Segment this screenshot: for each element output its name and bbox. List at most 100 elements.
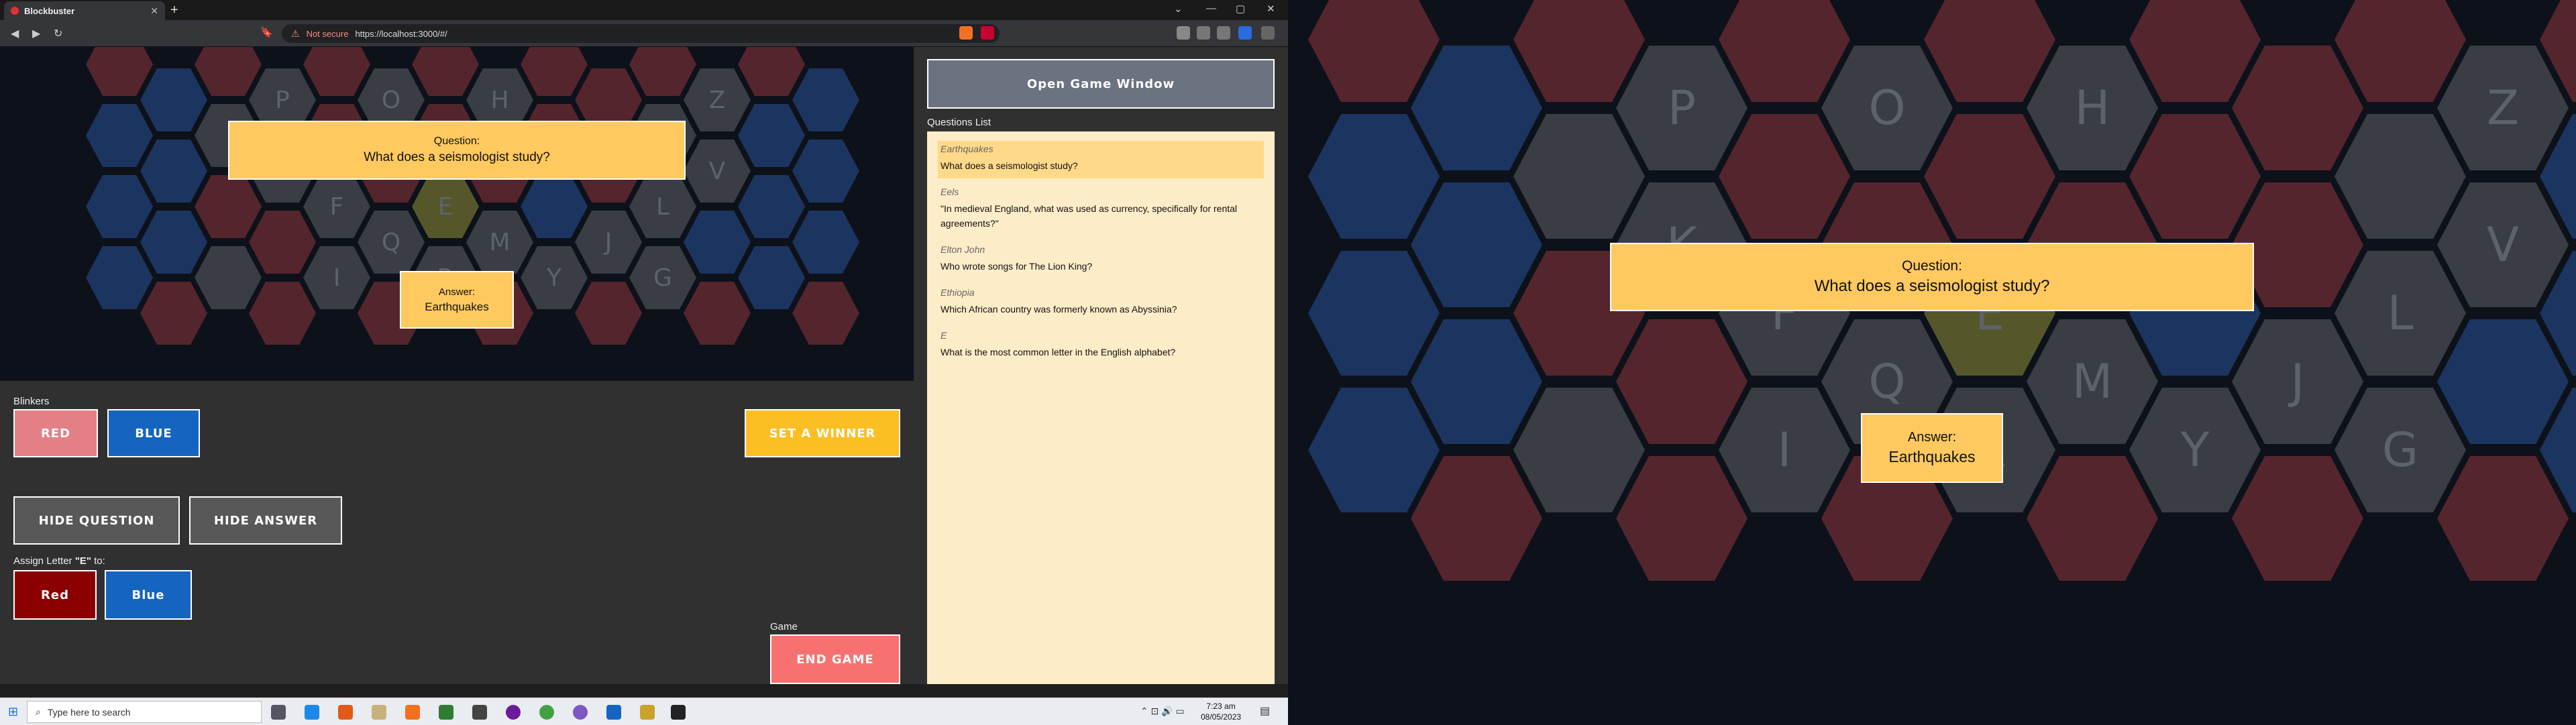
board-hex — [2232, 45, 2363, 171]
vscode-icon[interactable] — [305, 705, 319, 720]
board-hex-letter-P: P — [1616, 45, 1748, 171]
address-bar-row: ◀ ▶ ↻ 🔖 ⚠ Not secure https://localhost:3… — [0, 20, 1288, 47]
url-bar[interactable]: ⚠ Not secure https://localhost:3000/#/ — [282, 24, 1000, 43]
hide-question-button[interactable]: HIDE QUESTION — [13, 496, 180, 545]
board-hex — [2232, 455, 2363, 581]
profile-icon[interactable] — [1238, 26, 1252, 40]
reload-icon[interactable]: ↻ — [54, 27, 62, 40]
terminal-icon[interactable] — [472, 705, 487, 720]
close-window-icon[interactable]: ✕ — [1267, 3, 1275, 15]
question-text: Which African country was formerly known… — [941, 304, 1177, 315]
set-winner-button[interactable]: SET A WINNER — [745, 409, 900, 457]
taskbar-search[interactable]: ⌕ Type here to search — [27, 701, 262, 723]
assign-blue-button[interactable]: Blue — [105, 570, 192, 620]
minimize-icon[interactable]: — — [1206, 3, 1216, 14]
board-hex — [792, 140, 859, 203]
question-list-item[interactable]: E What is the most common letter in the E… — [938, 327, 1264, 365]
board-hex-letter-F: F — [303, 175, 370, 238]
back-icon[interactable]: ◀ — [11, 27, 19, 40]
brave-taskbar-icon[interactable] — [405, 705, 420, 720]
system-tray-icon[interactable]: ⌃ ⊡ 🔊 ▭ — [1140, 706, 1185, 717]
hex-letter: I — [1777, 423, 1792, 478]
cmd-icon[interactable] — [671, 705, 686, 720]
board-hex — [2129, 0, 2261, 103]
question-list-item[interactable]: Elton John Who wrote songs for The Lion K… — [938, 241, 1264, 279]
board-hex-letter-Z: Z — [684, 68, 751, 131]
hide-answer-button[interactable]: HIDE ANSWER — [189, 496, 342, 545]
assign-red-button[interactable]: Red — [13, 570, 97, 620]
question-answer: Earthquakes — [941, 144, 994, 154]
board-hex — [303, 47, 370, 96]
brave-shield-icon[interactable] — [959, 26, 973, 40]
board-hex — [792, 68, 859, 131]
not-secure-label: Not secure — [306, 28, 349, 39]
end-game-button[interactable]: END GAME — [770, 634, 900, 684]
hex-letter: H — [2074, 80, 2110, 135]
clock[interactable]: 7:23 am 08/05/2023 — [1201, 701, 1241, 722]
app-icon-2[interactable] — [372, 705, 386, 720]
board-hex-letter-V: V — [2437, 182, 2569, 308]
brave-rewards-icon[interactable] — [981, 26, 994, 40]
board-hex — [738, 104, 805, 167]
board-hex-letter-M: M — [466, 211, 533, 274]
start-icon[interactable]: ⊞ — [8, 705, 18, 719]
question-box-text: What does a seismologist study? — [364, 150, 550, 164]
question-list-item[interactable]: Eels "In medieval England, what was used … — [938, 184, 1264, 236]
question-box-label: Question: — [433, 135, 480, 147]
file-explorer-icon[interactable] — [640, 705, 655, 720]
board-hex — [86, 246, 153, 309]
app-icon-4[interactable] — [506, 705, 521, 720]
board-hex — [1308, 0, 1440, 103]
windows-taskbar: ⊞ ⌕ Type here to search ⌃ ⊡ 🔊 ▭ 7:23 am … — [0, 698, 1288, 725]
app-icon-3[interactable] — [439, 705, 453, 720]
task-view-icon[interactable] — [271, 705, 286, 720]
new-tab-icon[interactable]: + — [170, 3, 178, 18]
menu-icon[interactable] — [1261, 26, 1275, 40]
board-hex — [1616, 455, 1748, 581]
app-icon-5[interactable] — [539, 705, 554, 720]
browser-tab[interactable]: Blockbuster ✕ — [4, 1, 165, 20]
maximize-icon[interactable]: ▢ — [1236, 3, 1245, 15]
left-monitor: Blockbuster ✕ + ⌄ — ▢ ✕ ◀ ▶ ↻ 🔖 ⚠ Not se… — [0, 0, 1288, 725]
board-hex — [1411, 319, 1542, 445]
game-answer-box: Answer: Earthquakes — [1861, 413, 2003, 483]
board-hex — [1411, 45, 1542, 171]
close-tab-icon[interactable]: ✕ — [150, 5, 158, 17]
board-hex — [1308, 387, 1440, 513]
hex-letter: M — [2072, 354, 2113, 409]
extensions-icon[interactable] — [1177, 26, 1190, 40]
board-hex — [1924, 113, 2055, 239]
question-list-item[interactable]: Ethiopia Which African country was former… — [938, 284, 1264, 322]
app-icon-6[interactable] — [573, 705, 588, 720]
notification-icon[interactable]: ▤ — [1260, 704, 1270, 718]
hex-letter: J — [604, 228, 612, 256]
board-hex — [86, 47, 153, 96]
question-text: Who wrote songs for The Lion King? — [941, 261, 1093, 272]
sidebar-icon[interactable] — [1197, 26, 1210, 40]
hex-letter: V — [708, 157, 726, 185]
app-icon-1[interactable] — [338, 705, 353, 720]
board-hex-letter-M: M — [2027, 319, 2158, 445]
board-hex-letter-I: I — [303, 246, 370, 309]
blinkers-label: Blinkers — [13, 396, 50, 407]
board-hex — [140, 68, 207, 131]
game-answer-box-text: Earthquakes — [1888, 448, 1976, 465]
question-answer: E — [941, 330, 947, 341]
bookmark-icon[interactable]: 🔖 — [260, 26, 273, 38]
tab-search-icon[interactable]: ⌄ — [1174, 3, 1183, 15]
blinker-blue-button[interactable]: BLUE — [107, 409, 200, 457]
board-hex — [2129, 113, 2261, 239]
board-hex — [1719, 0, 1850, 103]
hex-letter: Y — [547, 264, 561, 292]
board-hex-letter-I: I — [1719, 387, 1850, 513]
open-game-window-button[interactable]: Open Game Window — [927, 59, 1275, 109]
wallet-icon[interactable] — [1217, 26, 1230, 40]
hex-letter: I — [333, 264, 341, 292]
board-hex-letter-Z: Z — [2437, 45, 2569, 171]
board-hex-letter-H: H — [2027, 45, 2158, 171]
game-question-box-text: What does a seismologist study? — [1814, 277, 2050, 295]
question-list-item[interactable]: Earthquakes What does a seismologist stud… — [938, 141, 1264, 178]
forward-icon[interactable]: ▶ — [32, 27, 40, 40]
blinker-red-button[interactable]: RED — [13, 409, 98, 457]
app-icon-7[interactable] — [606, 705, 621, 720]
